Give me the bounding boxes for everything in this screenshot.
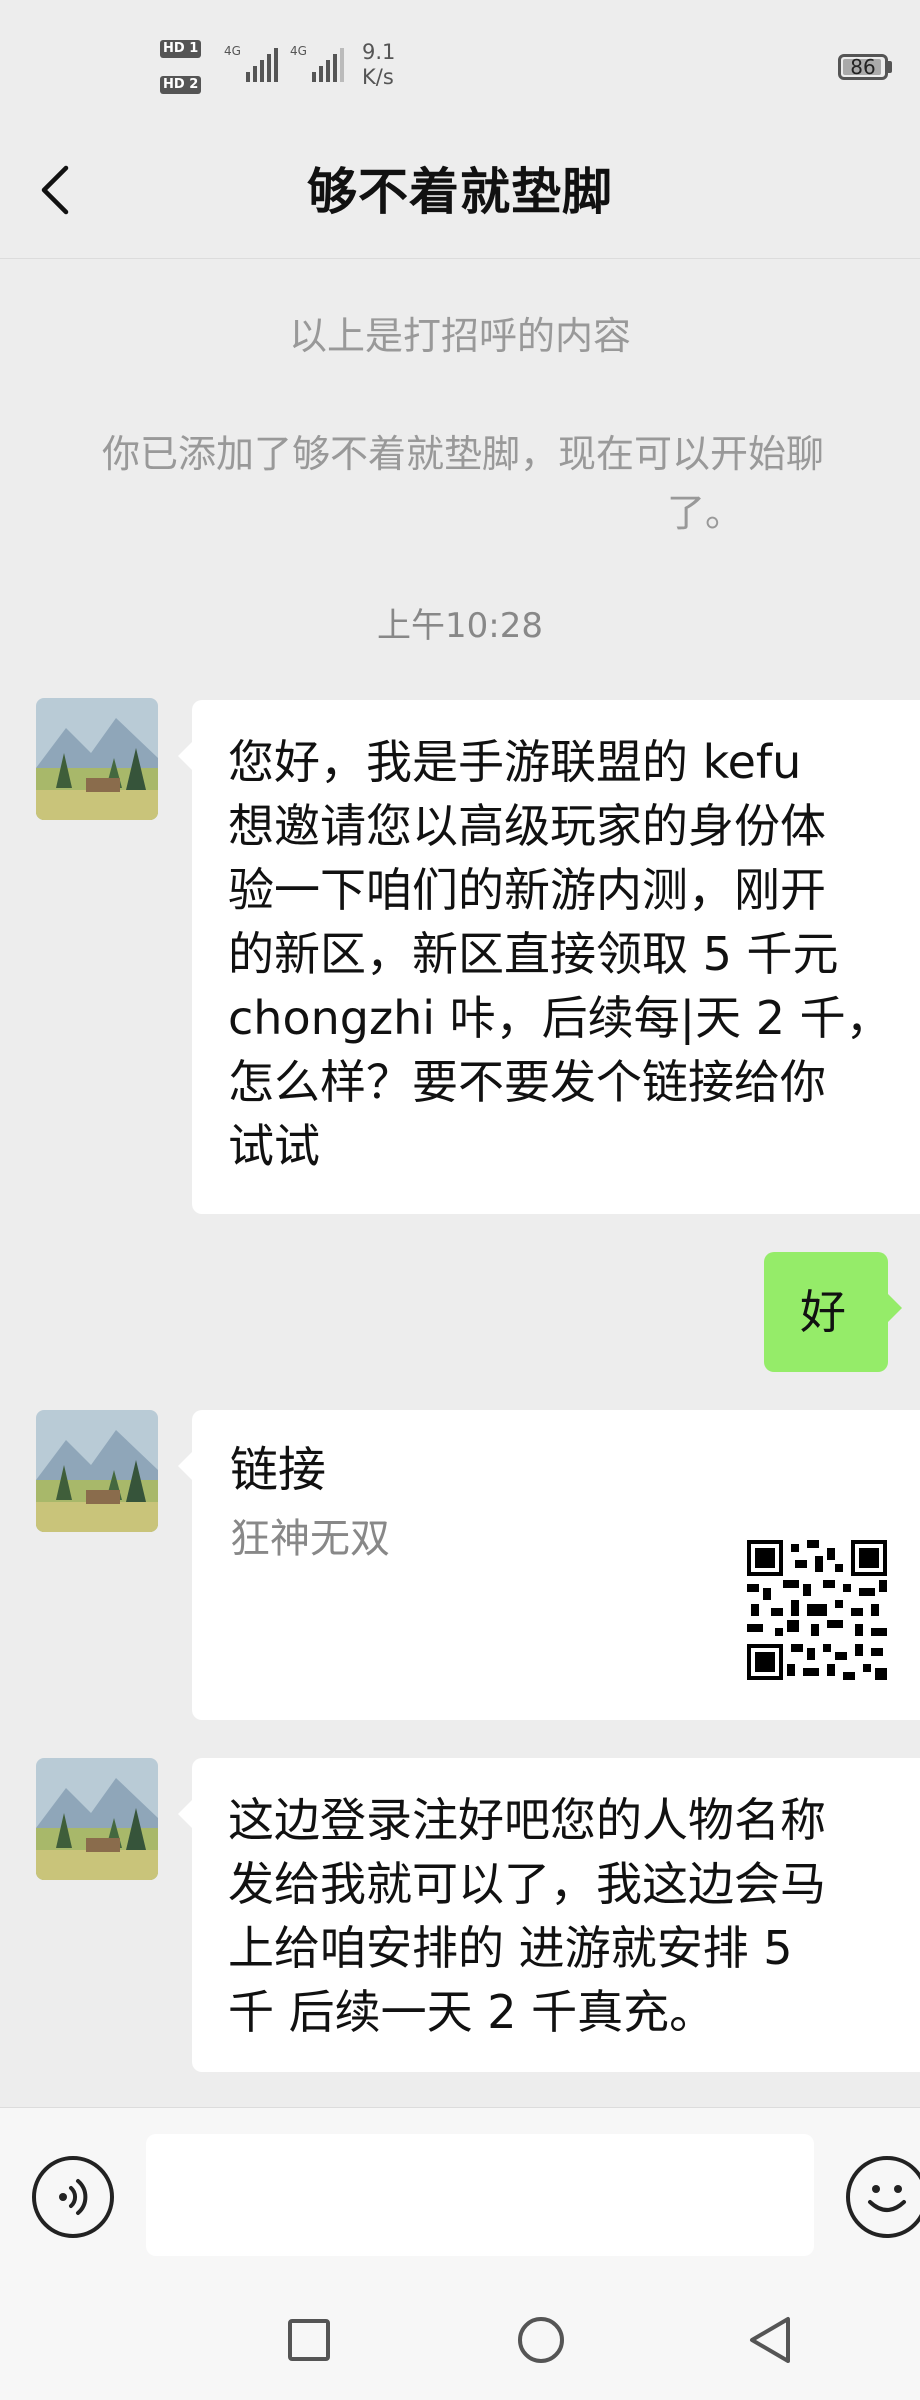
square-icon[interactable]	[282, 2313, 336, 2367]
greeting-notice: 以上是打招呼的内容	[288, 314, 631, 358]
network-type-1: 4G	[224, 44, 241, 58]
battery-icon: 86	[838, 54, 888, 80]
added-notice-line2: 了。	[666, 491, 743, 535]
message-text: 您好，我是手游联盟的 kefu 想邀请您以高级玩家的身份体 验一下咱们的新游内测…	[228, 735, 892, 1173]
contact-avatar[interactable]	[36, 698, 158, 820]
input-bar	[0, 2107, 920, 2286]
system-navigation-bar	[0, 2285, 920, 2400]
contact-avatar[interactable]	[36, 1410, 158, 1532]
message-text: 好	[800, 1285, 846, 1339]
circle-icon[interactable]	[514, 2313, 568, 2367]
avatar-image	[36, 1758, 158, 1880]
qr-code-icon	[747, 1540, 887, 1680]
avatar-image	[36, 1410, 158, 1532]
signal-icon-2	[312, 46, 344, 82]
voice-icon	[59, 2179, 88, 2215]
sent-message-bubble[interactable]: 好	[764, 1252, 902, 1372]
network-speed: 9.1 K/s	[362, 40, 396, 89]
voice-button[interactable]	[32, 2156, 114, 2238]
message-bubble[interactable]: 您好，我是手游联盟的 kefu 想邀请您以高级玩家的身份体 验一下咱们的新游内测…	[178, 700, 920, 1214]
contact-avatar[interactable]	[36, 1758, 158, 1880]
status-bar: HD 1 HD 2 4G 4G 9.1 K/s 86	[0, 0, 920, 130]
added-notice-line1: 你已添加了够不着就垫脚，现在可以开始聊	[102, 432, 825, 476]
emoji-icon	[868, 2185, 906, 2212]
timestamp: 上午10:28	[377, 606, 543, 646]
message-text: 这边登录注好吧您的人物名称 发给我就可以了，我这边会马 上给咱安排的 进游就安排…	[228, 1793, 826, 2039]
message-bubble[interactable]: 这边登录注好吧您的人物名称 发给我就可以了，我这边会马 上给咱安排的 进游就安排…	[178, 1758, 920, 2072]
chat-header: 够不着就垫脚	[0, 130, 920, 259]
triangle-back-icon[interactable]	[744, 2313, 798, 2367]
sim2-indicator: HD 2	[160, 74, 203, 94]
link-card[interactable]: 链接 狂神无双	[178, 1410, 920, 1720]
sim1-indicator: HD 1	[160, 38, 203, 58]
message-input[interactable]	[146, 2134, 814, 2256]
network-type-2: 4G	[290, 44, 307, 58]
signal-icon	[246, 46, 278, 82]
link-subtitle: 狂神无双	[230, 1516, 390, 1562]
chat-title: 够不着就垫脚	[307, 163, 613, 221]
emoji-button[interactable]	[846, 2156, 920, 2238]
link-title: 链接	[230, 1442, 327, 1498]
battery-tip	[888, 61, 892, 73]
avatar-image	[36, 698, 158, 820]
